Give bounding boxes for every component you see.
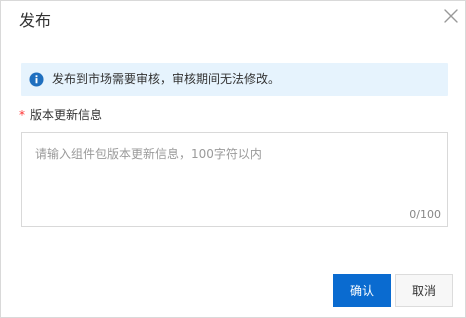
char-counter: 0/100 (409, 208, 441, 221)
notice-text: 发布到市场需要审核，审核期间无法修改。 (52, 72, 281, 86)
dialog-title: 发布 (19, 11, 52, 30)
field-label-text: 版本更新信息 (30, 108, 103, 122)
close-icon[interactable] (442, 7, 460, 25)
cancel-button[interactable]: 取消 (395, 274, 453, 307)
field-label: * 版本更新信息 (19, 107, 102, 124)
required-mark: * (19, 108, 25, 122)
version-notes-input[interactable] (22, 133, 447, 226)
version-notes-field: 0/100 (21, 132, 448, 227)
confirm-button[interactable]: 确认 (333, 274, 391, 307)
notice-banner: 发布到市场需要审核，审核期间无法修改。 (21, 63, 448, 96)
publish-dialog: 发布 发布到市场需要审核，审核期间无法修改。 *版本更新信息 0/100 确认 … (0, 0, 466, 318)
info-icon (29, 72, 44, 87)
